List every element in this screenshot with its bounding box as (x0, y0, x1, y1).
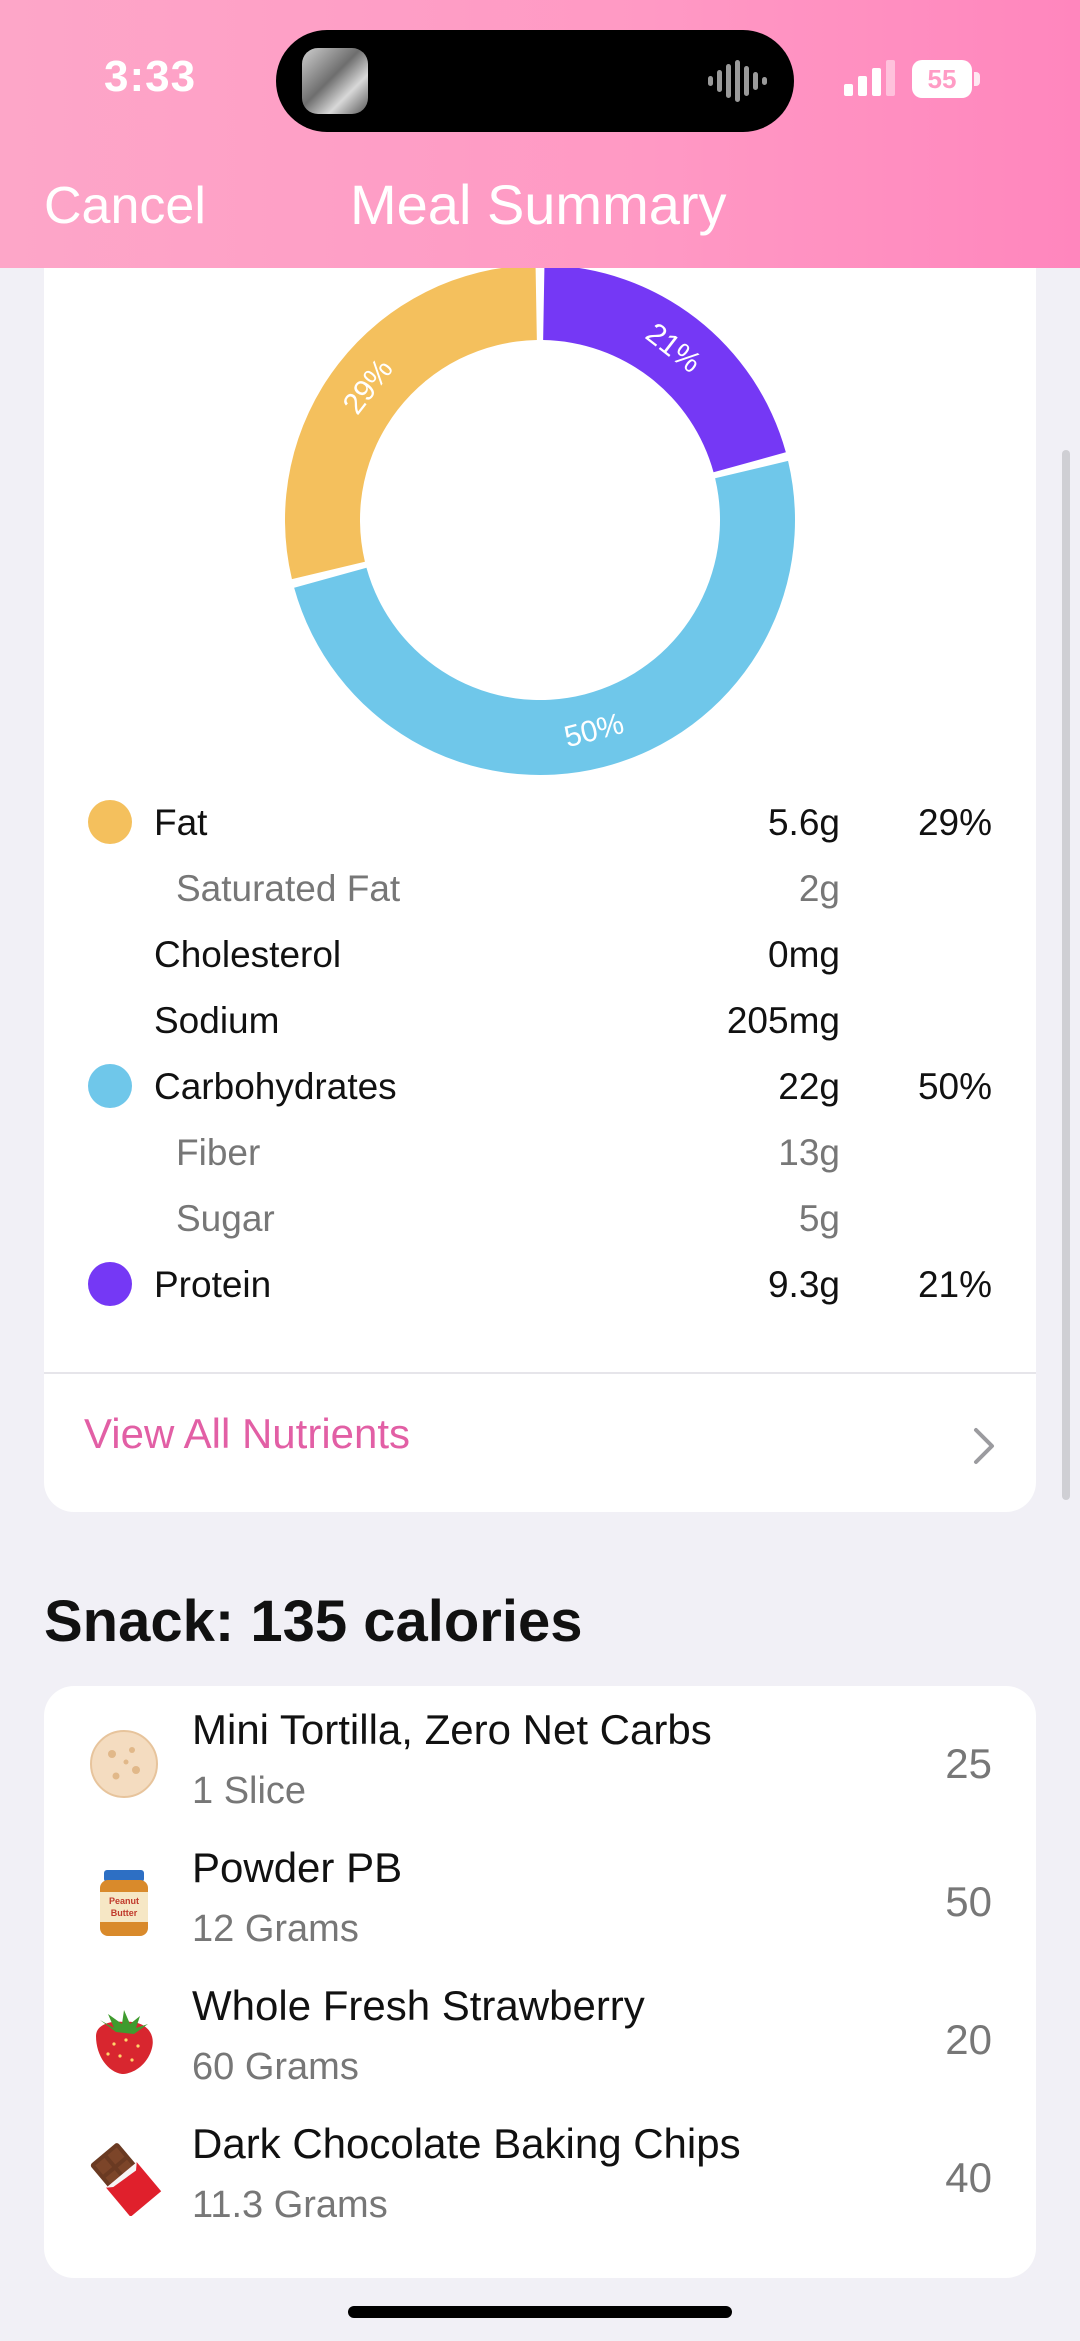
svg-text:Peanut: Peanut (109, 1896, 139, 1906)
food-calories: 50 (945, 1878, 992, 1925)
snack-food-list: Mini Tortilla, Zero Net Carbs 1 Slice 25… (44, 1686, 1036, 2278)
header-bar: 3:33 55 Cancel Meal Summary (0, 0, 1080, 268)
nutrient-amount: 5.6g (767, 802, 840, 843)
page-title: Meal Summary (350, 173, 727, 236)
nutrient-row-saturated-fat: Saturated Fat 2g (44, 856, 1036, 922)
nutrient-name: Carbohydrates (154, 1066, 397, 1107)
nutrient-name: Protein (154, 1264, 272, 1305)
chocolate-bar-icon (90, 2143, 162, 2216)
nutrient-row-cholesterol: Cholesterol 0mg (44, 922, 1036, 988)
nutrient-name: Saturated Fat (176, 868, 401, 909)
food-calories: 25 (945, 1740, 992, 1787)
strawberry-icon (96, 2010, 153, 2074)
food-row[interactable]: Mini Tortilla, Zero Net Carbs 1 Slice 25 (44, 1692, 1036, 1830)
home-indicator[interactable] (348, 2306, 732, 2318)
legend-dot (88, 800, 132, 844)
view-all-nutrients-link[interactable]: View All Nutrients (84, 1410, 410, 1458)
food-calories: 20 (945, 2016, 992, 2063)
svg-text:Butter: Butter (111, 1908, 138, 1918)
cellular-signal-icon (844, 60, 895, 96)
nutrient-amount: 13g (778, 1132, 840, 1173)
nutrient-row-carbohydrates: Carbohydrates 22g 50% (44, 1054, 1036, 1120)
nutrient-amount: 22g (778, 1066, 840, 1107)
donut-slice-carbohydrates (294, 460, 796, 776)
nutrient-amount: 9.3g (767, 1264, 840, 1305)
food-name: Mini Tortilla, Zero Net Carbs (192, 1706, 712, 1753)
nutrient-row-sodium: Sodium 205mg (44, 988, 1036, 1054)
food-serving: 11.3 Grams (192, 2184, 388, 2226)
nutrient-amount: 205mg (726, 1000, 840, 1041)
peanut-butter-jar-icon: Peanut Butter (100, 1870, 148, 1936)
nutrient-name: Sodium (154, 1000, 280, 1041)
cancel-button[interactable]: Cancel (44, 176, 206, 236)
food-calories: 40 (945, 2154, 992, 2201)
now-playing-artwork (302, 48, 368, 114)
donut-slice-protein (543, 265, 786, 473)
nutrition-card: 21% 50% 29% Fat 5.6g 29% Saturated Fat 2g Chole… (44, 230, 1036, 1512)
scrollbar[interactable] (1062, 450, 1070, 1500)
nutrient-amount: 5g (798, 1198, 840, 1239)
food-name: Dark Chocolate Baking Chips (192, 2120, 741, 2167)
food-row[interactable]: Peanut Butter Powder PB 12 Grams 50 (44, 1830, 1036, 1968)
dynamic-island[interactable] (276, 30, 794, 132)
battery-cap (974, 72, 980, 86)
nutrient-row-fat: Fat 5.6g 29% (44, 790, 1036, 856)
nutrient-row-protein: Protein 9.3g 21% (44, 1252, 1036, 1318)
food-name: Powder PB (192, 1844, 403, 1891)
nutrient-percent: 21% (917, 1264, 992, 1305)
legend-dot (88, 1262, 132, 1306)
macro-donut-chart: 21%50%29% (284, 265, 796, 776)
divider (44, 1372, 1036, 1374)
food-serving: 1 Slice (192, 1770, 307, 1812)
chevron-right-icon[interactable] (972, 1426, 996, 1466)
nutrient-name: Fiber (176, 1132, 261, 1173)
nutrient-name: Sugar (176, 1198, 275, 1239)
nutrient-percent: 50% (917, 1066, 992, 1107)
battery-icon: 55 (912, 60, 972, 98)
snack-heading: Snack: 135 calories (44, 1589, 583, 1654)
nutrient-name: Cholesterol (154, 934, 342, 975)
nutrient-row-fiber: Fiber 13g (44, 1120, 1036, 1186)
legend-dot (88, 1064, 132, 1108)
nutrient-row-sugar: Sugar 5g (44, 1186, 1036, 1252)
nutrient-amount: 2g (798, 868, 840, 909)
audio-waveform-icon (708, 60, 767, 102)
food-serving: 12 Grams (192, 1908, 359, 1950)
status-time: 3:33 (104, 52, 197, 101)
nutrient-amount: 0mg (768, 934, 840, 975)
food-row[interactable]: Whole Fresh Strawberry 60 Grams 20 (44, 1968, 1036, 2106)
food-serving: 60 Grams (192, 2046, 359, 2088)
donut-slice-fat (284, 265, 537, 580)
tortilla-icon (90, 1730, 158, 1798)
food-row[interactable]: Dark Chocolate Baking Chips 11.3 Grams 4… (44, 2106, 1036, 2244)
nutrient-name: Fat (154, 802, 208, 843)
food-name: Whole Fresh Strawberry (192, 1982, 645, 2029)
nutrient-percent: 29% (917, 802, 992, 843)
